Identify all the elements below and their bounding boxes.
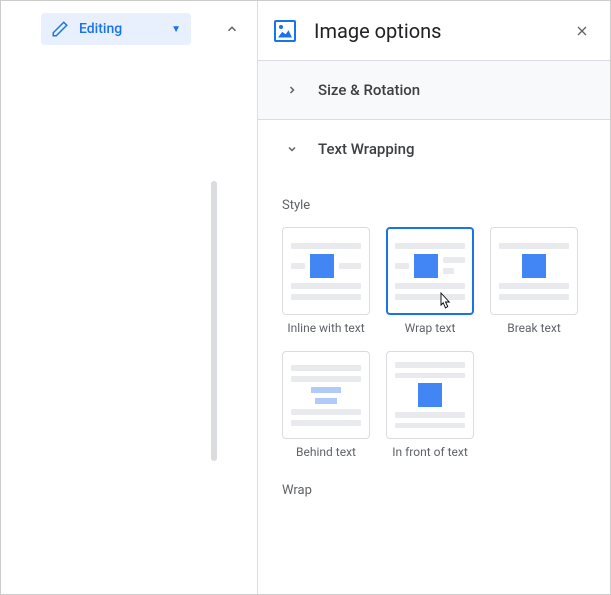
image-icon (274, 20, 296, 42)
style-option-break: Break text (490, 227, 578, 335)
section-text-wrapping: Text Wrapping Style (258, 120, 610, 532)
editing-mode-button[interactable]: Editing ▼ (41, 13, 191, 45)
style-label: Break text (490, 321, 578, 335)
style-label: Inline with text (282, 321, 370, 335)
close-icon (574, 23, 590, 39)
style-grid: Inline with text (282, 227, 586, 459)
wrap-heading: Wrap (282, 483, 586, 498)
chevron-up-icon (225, 22, 239, 36)
style-option-behind: Behind text (282, 351, 370, 459)
style-tile-wrap[interactable] (386, 227, 474, 315)
style-heading: Style (282, 198, 586, 213)
document-area: Editing ▼ (1, 1, 256, 594)
style-tile-behind[interactable] (282, 351, 370, 439)
panel-header: Image options (258, 1, 610, 61)
pencil-icon (51, 20, 69, 38)
image-options-panel: Image options Size & Rotation Text (257, 1, 610, 594)
style-tile-inline[interactable] (282, 227, 370, 315)
section-title: Size & Rotation (318, 81, 420, 99)
style-option-wrap: Wrap text (386, 227, 474, 335)
scrollbar[interactable] (211, 181, 217, 461)
chevron-right-icon (282, 80, 302, 100)
section-title: Text Wrapping (318, 140, 414, 158)
style-label: In front of text (386, 445, 474, 459)
style-label: Behind text (282, 445, 370, 459)
editing-mode-label: Editing (79, 21, 171, 37)
chevron-down-icon (282, 139, 302, 159)
close-button[interactable] (570, 19, 594, 43)
style-tile-break[interactable] (490, 227, 578, 315)
section-header-size-rotation[interactable]: Size & Rotation (258, 61, 610, 119)
dropdown-arrow-icon: ▼ (171, 24, 181, 35)
section-size-rotation: Size & Rotation (258, 61, 610, 120)
style-option-inline: Inline with text (282, 227, 370, 335)
section-body: Style Inline with text (258, 178, 610, 532)
panel-title: Image options (314, 19, 570, 43)
section-header-text-wrapping[interactable]: Text Wrapping (258, 120, 610, 178)
style-tile-front[interactable] (386, 351, 474, 439)
style-label: Wrap text (386, 321, 474, 335)
collapse-panel-button[interactable] (216, 13, 248, 45)
style-option-front: In front of text (386, 351, 474, 459)
